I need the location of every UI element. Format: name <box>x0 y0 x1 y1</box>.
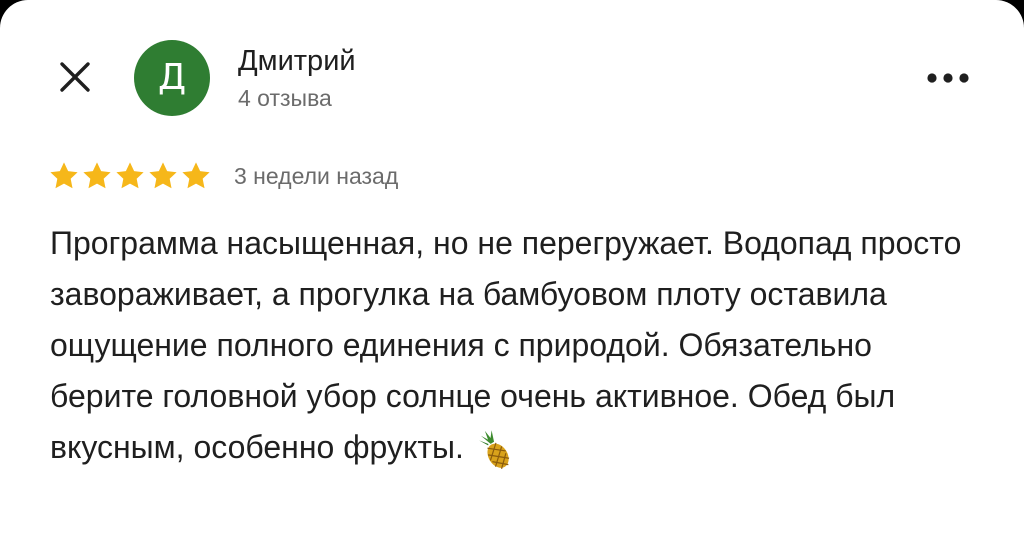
more-horizontal-icon <box>927 73 969 83</box>
author-name[interactable]: Дмитрий <box>238 44 356 78</box>
review-card: Д Дмитрий 4 отзыва 3 недели назад Програ… <box>0 0 1024 560</box>
star-icon <box>50 162 78 189</box>
star-rating <box>48 160 212 192</box>
star-icon <box>83 162 111 189</box>
close-button[interactable] <box>52 54 98 100</box>
close-icon <box>60 62 90 92</box>
more-options-button[interactable] <box>916 58 980 98</box>
author-reviews-count: 4 отзыва <box>238 85 332 111</box>
avatar[interactable]: Д <box>134 40 210 116</box>
review-text: Программа насыщенная, но не перегружает.… <box>50 218 980 473</box>
star-icon <box>116 162 144 189</box>
star-icon <box>149 162 177 189</box>
review-date: 3 недели назад <box>234 162 399 189</box>
pineapple-icon <box>478 429 510 469</box>
rating-row: 3 недели назад <box>48 156 398 196</box>
star-icon <box>182 162 210 189</box>
